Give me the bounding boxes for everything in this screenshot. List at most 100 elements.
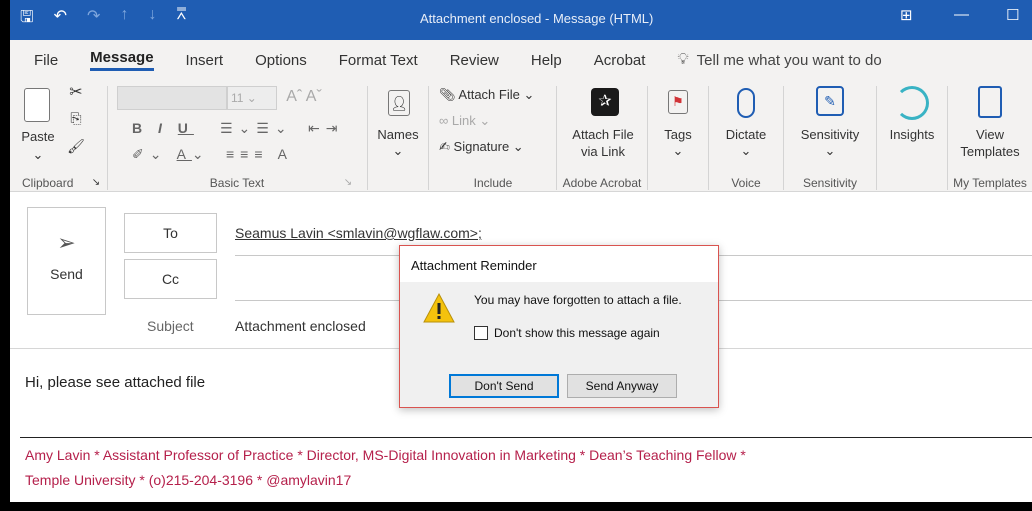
sensitivity-dropdown-icon[interactable]: ⌄ [822,142,838,159]
ribbon-display-icon[interactable]: ⊞ [900,6,913,24]
signature-icon: ✍︎ [439,139,450,154]
signature-divider [20,437,1032,438]
undo-icon[interactable]: ↶ [54,6,67,33]
view-templates-button[interactable]: View Templates [948,126,1032,160]
paste-icon[interactable] [24,88,50,122]
insights-icon[interactable] [895,86,929,120]
cut-icon[interactable]: ✂ [66,84,86,101]
sensitivity-group: ✎ Sensitivity ⌄ Sensitivity [784,80,876,192]
sensitivity-group-label: Sensitivity [802,176,858,190]
font-size-box[interactable]: 11 ⌄ [227,86,277,110]
highlight-color-icon: ✐⌄ A⌄ [132,146,210,162]
redo-icon: ↷ [87,8,101,25]
to-button[interactable]: To [124,213,217,253]
dont-show-again-label[interactable]: Don't show this message again [494,326,660,340]
basic-text-group-label: Basic Text [209,176,265,190]
customize-toolbar-icon[interactable]: ⩞ [176,6,186,33]
voice-group-label: Voice [731,176,761,190]
send-label: Send [50,266,83,282]
up-arrow-icon: ↑ [120,6,129,23]
warning-icon [423,292,455,323]
tab-message[interactable]: Message [90,49,154,71]
names-dropdown-icon[interactable]: ⌄ [390,142,406,159]
send-button[interactable]: ➢ Send [27,207,106,315]
signature-line-1: Amy Lavin * Assistant Professor of Pract… [25,447,746,463]
dictate-dropdown-icon[interactable]: ⌄ [738,142,754,159]
microphone-icon[interactable] [737,88,755,118]
message-body[interactable]: Hi, please see attached file [25,374,205,391]
maximize-icon[interactable]: ☐ [1006,6,1019,24]
insights-button[interactable]: Insights [877,126,947,143]
signature-button[interactable]: ✍︎ Signature ⌄ [439,138,524,155]
send-icon: ➢ [57,230,76,255]
adobe-acrobat-group-label: Adobe Acrobat [562,176,642,190]
names-group: 👤︎ Names ⌄ [368,80,428,192]
grow-shrink-font-icon: Aˆ Aˇ [286,88,322,105]
attach-file-via-link-button[interactable]: Attach File via Link [557,126,649,160]
quick-access-toolbar: 🖫 ↶ ↷ ↑ ↓ ⩞ [20,6,186,33]
cc-button[interactable]: Cc [124,259,217,299]
tags-group: ⚑ Tags ⌄ [648,80,708,192]
sensitivity-button[interactable]: Sensitivity [784,126,876,143]
paste-dropdown-icon[interactable]: ⌄ [30,146,46,163]
outlook-window: 🖫 ↶ ↷ ↑ ↓ ⩞ Attachment enclosed - Messag… [10,0,1032,502]
send-anyway-button[interactable]: Send Anyway [567,374,677,398]
flag-icon[interactable]: ⚑ [668,90,688,114]
my-templates-group: View Templates My Templates [948,80,1032,192]
tags-dropdown-icon[interactable]: ⌄ [670,142,686,159]
link-button: ∞ Link ⌄ [439,113,491,128]
tab-file[interactable]: File [34,52,58,69]
paste-button[interactable]: Paste [18,128,58,145]
templates-icon[interactable] [978,86,1002,118]
dictate-button[interactable]: Dictate [709,126,783,143]
font-family-box[interactable] [117,86,227,110]
tab-help[interactable]: Help [531,52,562,69]
alignment-icon: ≡≡≡ A [226,146,293,162]
tab-acrobat[interactable]: Acrobat [594,52,646,69]
voice-group: Dictate ⌄ Voice [709,80,783,192]
basic-text-group: 11 ⌄ Aˆ Aˇ B I U ☰⌄☰⌄ ⇤⇥ ✐⌄ A⌄ ≡≡≡ A Bas… [108,80,366,192]
indent-icon: ⇤⇥ [308,120,344,136]
attachment-reminder-dialog: Attachment Reminder You may have forgott… [399,245,719,408]
ribbon: Paste ⌄ ✂ ⎘ 🖌︎ Clipboard ↘ 11 ⌄ Aˆ Aˇ B … [10,80,1032,192]
copy-icon[interactable]: ⎘ [66,110,86,127]
bullets-numbering-icon: ☰⌄☰⌄ [220,120,293,136]
bold-italic-underline-icon: B I U [132,120,194,136]
format-painter-icon[interactable]: 🖌︎ [66,138,86,155]
subject-label: Subject [147,318,194,334]
window-title: Attachment enclosed - Message (HTML) [420,11,654,26]
insights-group: Insights [877,80,947,192]
tags-button[interactable]: Tags [650,126,706,143]
tab-review[interactable]: Review [450,52,499,69]
to-recipient[interactable]: Seamus Lavin <smlavin@wgflaw.com>; [235,225,482,241]
clipboard-group: Paste ⌄ ✂ ⎘ 🖌︎ Clipboard ↘ [10,80,106,192]
acrobat-icon[interactable]: ✰ [591,88,619,116]
dialog-message: You may have forgotten to attach a file. [474,293,682,307]
include-group: 📎︎ Attach File ⌄ ∞ Link ⌄ ✍︎ Signature ⌄… [429,80,557,192]
subject-field[interactable]: Attachment enclosed [235,318,366,334]
link-icon: ∞ [439,113,449,128]
adobe-acrobat-group: ✰ Attach File via Link Adobe Acrobat [557,80,647,192]
tell-me-search[interactable]: Tell me what you want to do [697,52,882,69]
address-book-icon[interactable]: 👤︎ [388,90,410,116]
paperclip-icon: 📎︎ [439,87,456,102]
tab-options[interactable]: Options [255,52,307,69]
minimize-icon[interactable]: — [954,6,969,23]
names-button[interactable]: Names [370,126,426,143]
sensitivity-icon[interactable]: ✎ [816,86,844,116]
save-icon[interactable]: 🖫 [20,6,34,33]
tab-insert[interactable]: Insert [186,52,224,69]
attach-file-button[interactable]: 📎︎ Attach File ⌄ [439,86,534,103]
clipboard-launcher-icon[interactable]: ↘ [90,174,102,191]
include-group-label: Include [473,176,513,190]
dont-send-button[interactable]: Don't Send [449,374,559,398]
title-bar: 🖫 ↶ ↷ ↑ ↓ ⩞ Attachment enclosed - Messag… [10,0,1032,40]
tab-format-text[interactable]: Format Text [339,52,418,69]
down-arrow-icon: ↓ [148,6,157,23]
menu-bar: File Message Insert Options Format Text … [10,40,1032,80]
dont-show-again-checkbox[interactable] [474,326,488,340]
my-templates-group-label: My Templates [953,176,1027,190]
lightbulb-icon: 💡︎ [677,51,689,68]
basic-text-launcher-icon: ↘ [343,177,353,188]
dialog-title: Attachment Reminder [400,246,718,282]
